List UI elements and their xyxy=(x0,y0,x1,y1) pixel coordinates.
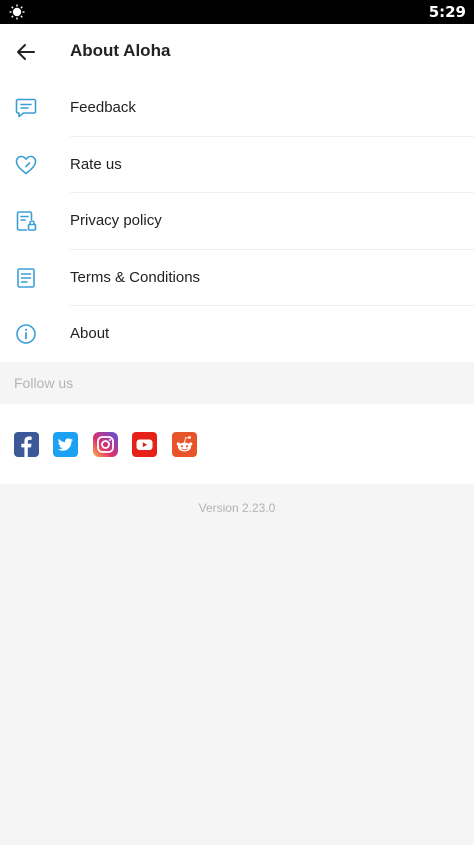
app-bar: About Aloha xyxy=(0,24,474,80)
page-title: About Aloha xyxy=(70,41,171,60)
instagram-icon[interactable] xyxy=(93,432,118,457)
heart-icon xyxy=(15,155,37,174)
status-bar: 5:29 xyxy=(0,0,474,24)
menu-item-terms-conditions[interactable]: Terms & Conditions xyxy=(0,250,474,307)
twitter-icon[interactable] xyxy=(53,432,78,457)
privacy-document-icon xyxy=(16,211,37,231)
menu-item-rate-us[interactable]: Rate us xyxy=(0,137,474,194)
document-icon xyxy=(17,267,35,288)
version-text: Version 2.23.0 xyxy=(198,501,276,515)
section-label: Follow us xyxy=(14,375,74,391)
settings-menu: Feedback Rate us Privacy policy Terms & … xyxy=(0,80,474,363)
social-links xyxy=(0,404,474,484)
menu-item-label: About xyxy=(70,325,110,343)
menu-item-feedback[interactable]: Feedback xyxy=(0,80,474,137)
menu-item-label: Privacy policy xyxy=(70,212,162,230)
menu-item-about[interactable]: About xyxy=(0,306,474,363)
feedback-icon xyxy=(15,98,37,118)
menu-item-label: Rate us xyxy=(70,155,122,173)
menu-item-label: Feedback xyxy=(70,99,136,116)
menu-item-privacy-policy[interactable]: Privacy policy xyxy=(0,193,474,250)
back-arrow-icon[interactable] xyxy=(12,38,40,66)
info-icon xyxy=(16,324,36,345)
follow-us-section-header: Follow us xyxy=(0,362,474,404)
youtube-icon[interactable] xyxy=(132,432,157,457)
menu-item-label: Terms & Conditions xyxy=(70,268,201,286)
reddit-icon[interactable] xyxy=(172,432,197,457)
facebook-icon[interactable] xyxy=(14,432,39,457)
status-clock: 5:29 xyxy=(428,3,466,21)
system-notification-icon xyxy=(9,4,25,20)
